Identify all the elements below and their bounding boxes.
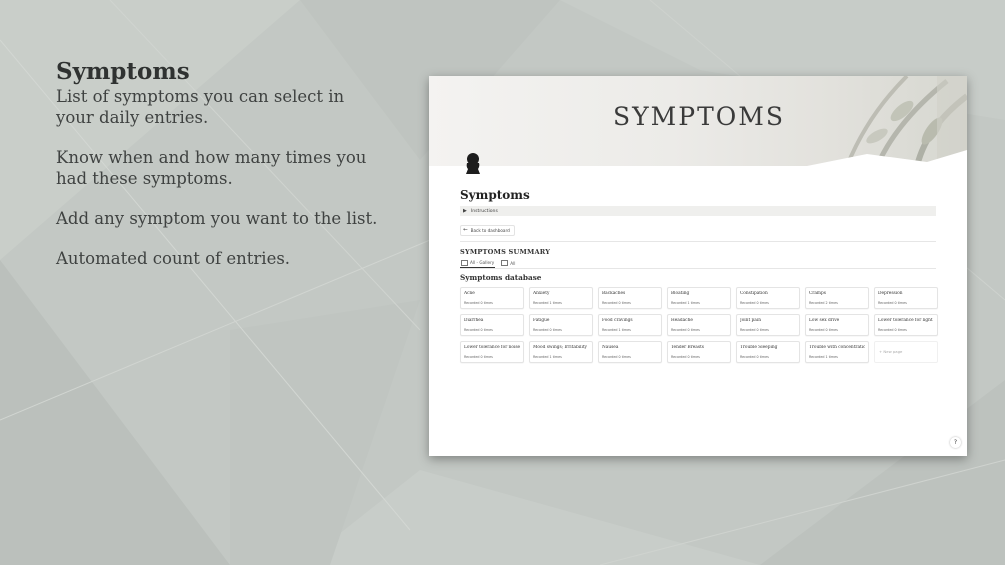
- instructions-toggle-label: Instructions: [470, 208, 498, 214]
- tab-all[interactable]: All: [500, 259, 516, 268]
- gallery-card[interactable]: Fatigue Recorded 0 times: [529, 313, 593, 336]
- card-title: Nausea: [602, 344, 619, 350]
- card-title: Food cravings: [602, 317, 633, 323]
- gallery-card[interactable]: Acne Recorded 0 times: [460, 286, 524, 309]
- page-content: Symptoms ▶ Instructions ← Back to dashbo…: [460, 188, 938, 363]
- card-title: Fatigue: [533, 317, 550, 323]
- tab-label: All: [510, 260, 516, 266]
- tab-label: All - Gallery: [470, 260, 495, 265]
- card-title: Tender Breasts: [671, 344, 705, 350]
- card-title: Trouble with concentration: [809, 344, 865, 350]
- card-count: Recorded 1 times: [602, 327, 631, 332]
- gallery-card[interactable]: Lower tolerance for noise Recorded 0 time…: [460, 340, 524, 363]
- gallery-card[interactable]: Diarrhea Recorded 0 times: [460, 313, 524, 336]
- promo-text: Symptoms List of symptoms you can select…: [56, 58, 386, 288]
- gallery-card[interactable]: Trouble Sleeping Recorded 0 times: [736, 340, 800, 363]
- summary-heading: SYMPTOMS SUMMARY: [460, 247, 551, 256]
- gallery-card[interactable]: Lower tolerance for light Recorded 0 time…: [874, 313, 938, 336]
- card-title: Anxiety: [533, 290, 550, 296]
- table-icon: [501, 260, 509, 266]
- gallery-card[interactable]: Joint pain Recorded 0 times: [736, 313, 800, 336]
- card-count: Recorded 0 times: [740, 354, 769, 359]
- back-button-label: Back to dashboard: [470, 227, 510, 233]
- card-count: Recorded 0 times: [464, 300, 493, 305]
- promo-paragraph-3: Add any symptom you want to the list.: [56, 209, 378, 228]
- card-title: Lower tolerance for light: [878, 317, 933, 323]
- tab-all-gallery[interactable]: All - Gallery: [460, 259, 496, 268]
- gallery-card[interactable]: Trouble with concentration Recorded 1 tim…: [805, 340, 869, 363]
- symptoms-gallery: Acne Recorded 0 times Anxiety Recorded 1 t…: [460, 286, 938, 363]
- gallery-card[interactable]: Tender Breasts Recorded 0 times: [667, 340, 731, 363]
- card-title: Constipation: [740, 290, 768, 296]
- gallery-card[interactable]: Depression Recorded 0 times: [874, 286, 938, 309]
- card-count: Recorded 0 times: [671, 354, 700, 359]
- database-title[interactable]: Symptoms database: [460, 273, 936, 282]
- person-bust-icon[interactable]: [462, 151, 484, 175]
- card-title: Backaches: [602, 290, 626, 296]
- card-title: Headache: [671, 317, 693, 323]
- gallery-card[interactable]: Backaches Recorded 0 times: [598, 286, 662, 309]
- card-title: Trouble Sleeping: [740, 344, 778, 350]
- card-title: Low sex drive: [809, 317, 840, 323]
- back-to-dashboard-button[interactable]: ← Back to dashboard: [460, 224, 515, 236]
- gallery-card[interactable]: Headache Recorded 0 times: [667, 313, 731, 336]
- card-count: Recorded 0 times: [878, 300, 907, 305]
- card-title: Acne: [464, 290, 475, 296]
- card-title: Depression: [878, 290, 903, 296]
- card-title: Mood swings; Irritability: [533, 344, 587, 350]
- card-count: Recorded 0 times: [671, 327, 700, 332]
- cover-title: SYMPTOMS: [613, 102, 785, 131]
- card-count: Recorded 1 times: [533, 300, 562, 305]
- promo-title: Symptoms: [56, 58, 190, 85]
- gallery-card[interactable]: Cramps Recorded 2 times: [805, 286, 869, 309]
- card-count: Recorded 1 times: [671, 300, 700, 305]
- card-title: Cramps: [809, 290, 826, 296]
- card-count: Recorded 1 times: [809, 354, 838, 359]
- gallery-card[interactable]: Nausea Recorded 0 times: [598, 340, 662, 363]
- card-count: Recorded 0 times: [602, 300, 631, 305]
- arrow-left-icon: ←: [463, 227, 468, 233]
- card-count: Recorded 0 times: [740, 327, 769, 332]
- card-count: Recorded 0 times: [740, 300, 769, 305]
- instructions-toggle[interactable]: ▶ Instructions: [460, 206, 936, 216]
- card-count: Recorded 0 times: [464, 354, 493, 359]
- gallery-card[interactable]: Mood swings; Irritability Recorded 1 time…: [529, 340, 593, 363]
- card-count: Recorded 1 times: [533, 354, 562, 359]
- promo-paragraph-2: Know when and how many times you had the…: [56, 148, 367, 188]
- view-tabs: All - Gallery All: [460, 259, 936, 269]
- caret-right-icon[interactable]: ▶: [463, 208, 467, 214]
- page-title: Symptoms: [460, 188, 530, 202]
- gallery-card[interactable]: Constipation Recorded 0 times: [736, 286, 800, 309]
- card-title: Diarrhea: [464, 317, 484, 323]
- gallery-card[interactable]: Low sex drive Recorded 0 times: [805, 313, 869, 336]
- card-count: Recorded 0 times: [809, 327, 838, 332]
- card-title: Bloating: [671, 290, 690, 296]
- gallery-icon: [461, 259, 468, 266]
- promo-paragraph-4: Automated count of entries.: [56, 249, 291, 268]
- card-count: Recorded 0 times: [878, 327, 907, 332]
- gallery-card[interactable]: Anxiety Recorded 1 times: [529, 286, 593, 309]
- gallery-card[interactable]: Bloating Recorded 1 times: [667, 286, 731, 309]
- promo-paragraph-1: List of symptoms you can select in your …: [56, 87, 345, 127]
- card-title: Joint pain: [740, 317, 761, 323]
- gallery-card[interactable]: Food cravings Recorded 1 times: [598, 313, 662, 336]
- help-button[interactable]: ?: [950, 437, 961, 448]
- page-cover: SYMPTOMS: [429, 76, 967, 166]
- card-count: Recorded 2 times: [809, 300, 838, 305]
- card-count: Recorded 0 times: [533, 327, 562, 332]
- divider: [460, 240, 936, 242]
- card-count: Recorded 0 times: [464, 327, 493, 332]
- new-page-button[interactable]: + New page: [874, 340, 938, 363]
- card-count: Recorded 0 times: [602, 354, 631, 359]
- card-title: Lower tolerance for noise: [464, 344, 520, 350]
- notion-page-window: SYMPTOMS Symptoms ▶ Instructions ← Back …: [429, 76, 967, 456]
